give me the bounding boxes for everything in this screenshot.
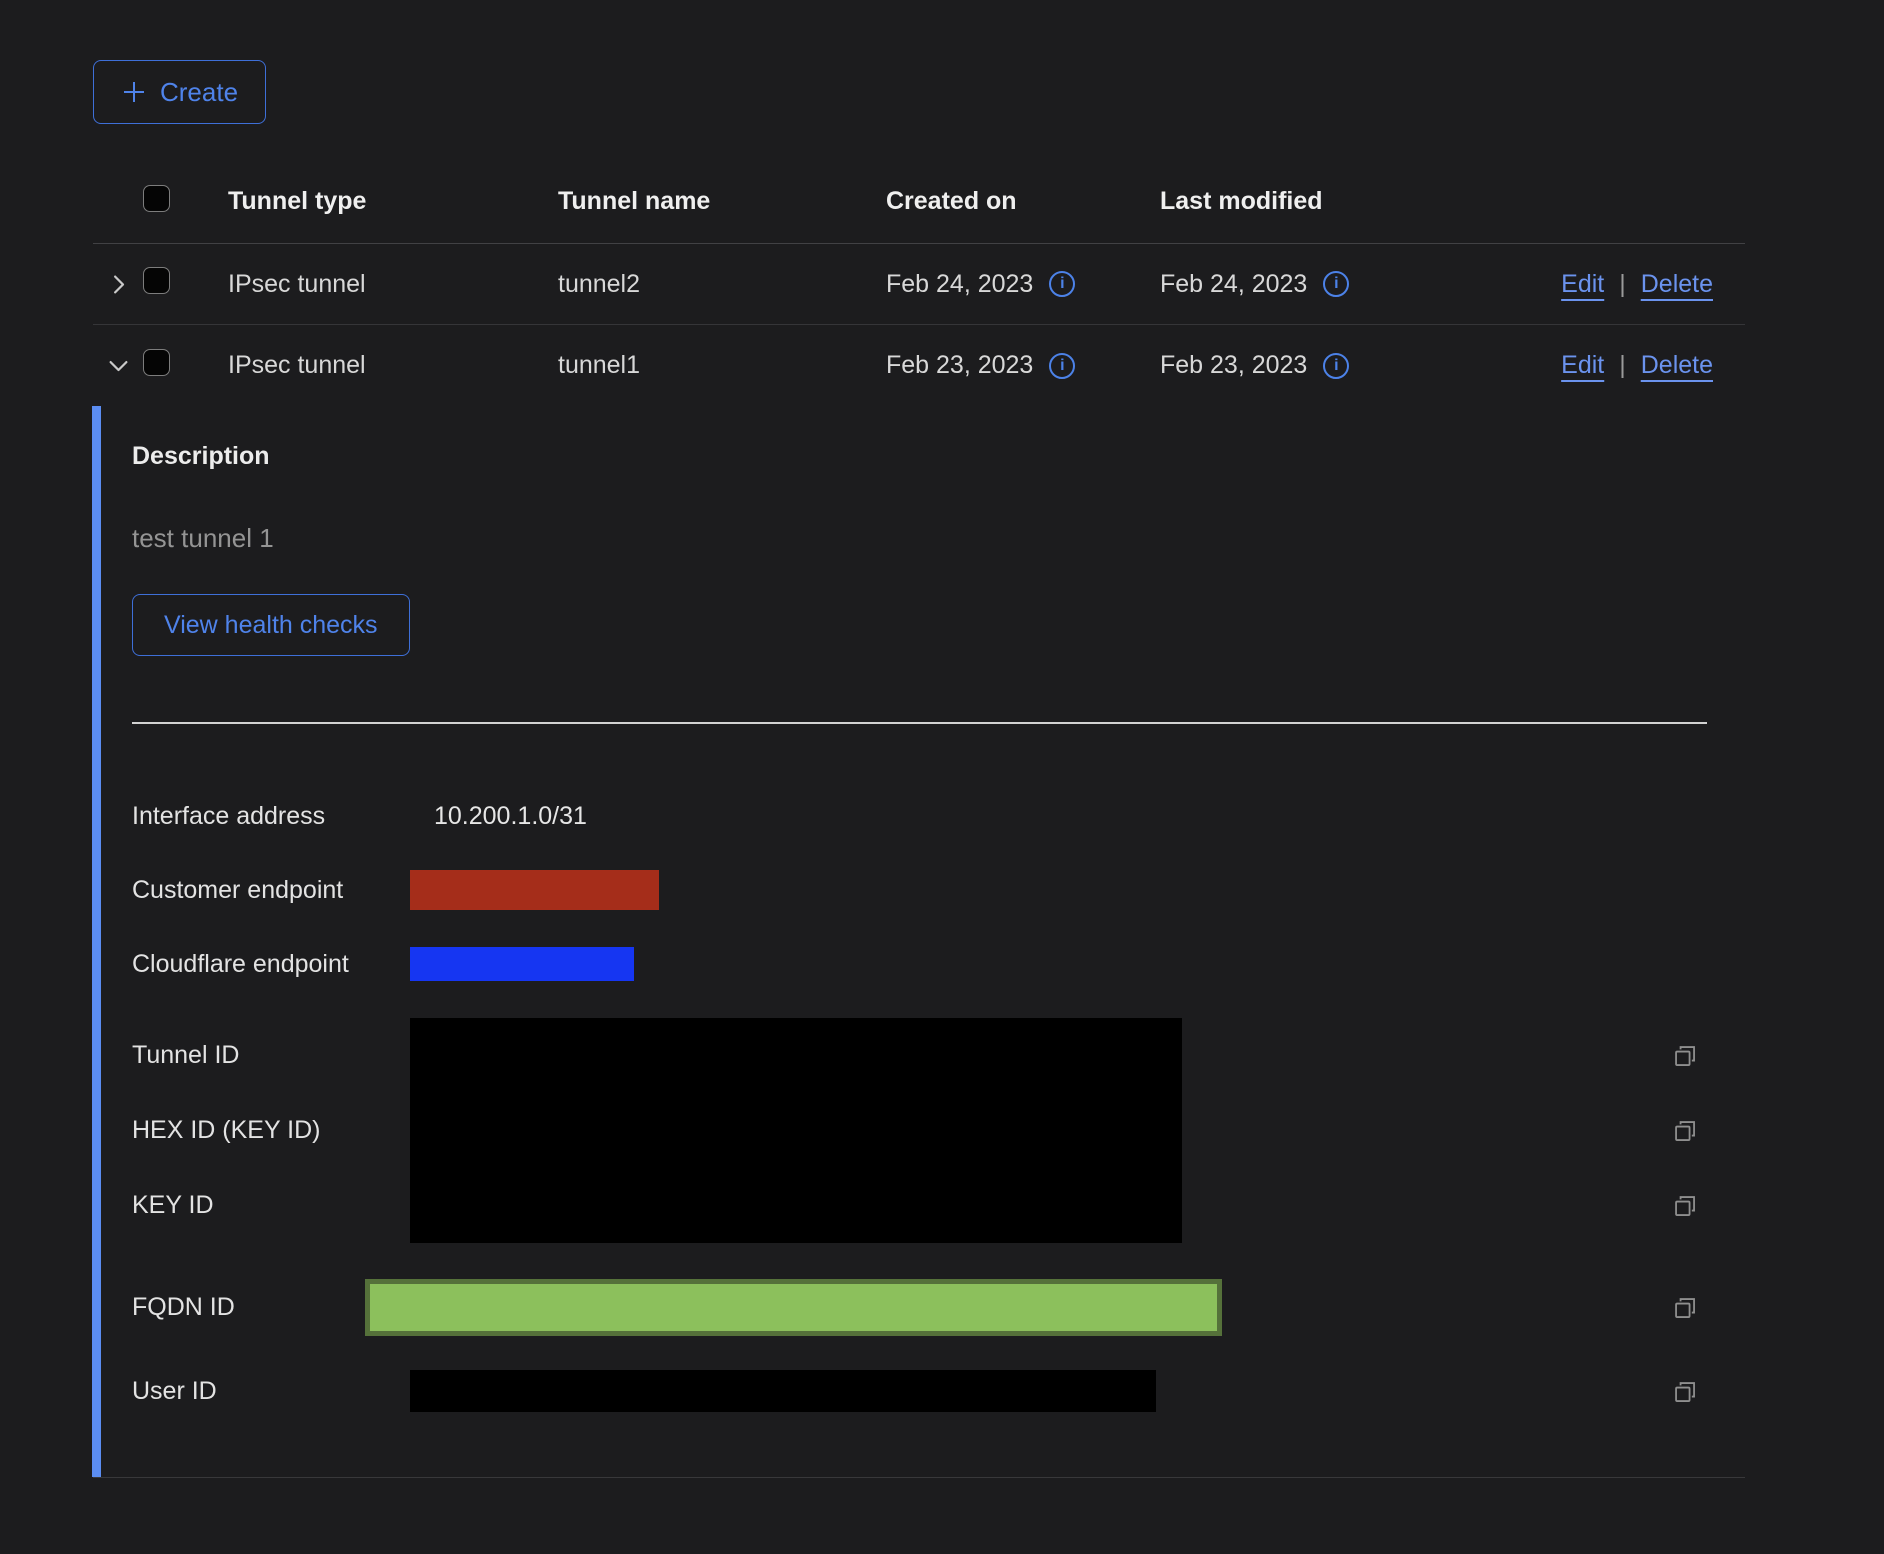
cell-created-on: Feb 24, 2023 xyxy=(886,270,1033,299)
hex-id-label: HEX ID (KEY ID) xyxy=(132,1116,410,1145)
customer-endpoint-label: Customer endpoint xyxy=(132,876,410,905)
column-header-last-modified: Last modified xyxy=(1160,187,1450,216)
copy-icon xyxy=(1671,1117,1698,1144)
redacted-customer-endpoint-value xyxy=(410,870,659,910)
chevron-down-icon xyxy=(105,352,132,379)
column-header-tunnel-name: Tunnel name xyxy=(558,187,886,216)
description-label: Description xyxy=(132,406,1745,471)
view-health-checks-label: View health checks xyxy=(164,611,378,640)
copy-hex-id-button[interactable] xyxy=(1671,1117,1698,1144)
detail-group-ids: Tunnel ID HEX ID (KEY ID) xyxy=(132,1018,1745,1243)
plus-icon xyxy=(121,79,147,105)
copy-icon xyxy=(1671,1192,1698,1219)
copy-tunnel-id-button[interactable] xyxy=(1671,1042,1698,1069)
copy-key-id-button[interactable] xyxy=(1671,1192,1698,1219)
cell-tunnel-type: IPsec tunnel xyxy=(228,351,558,380)
interface-address-value: 10.200.1.0/31 xyxy=(410,802,587,831)
cell-last-modified: Feb 23, 2023 xyxy=(1160,351,1307,380)
collapse-row-button[interactable] xyxy=(93,352,143,379)
expansion-indicator-bar xyxy=(92,406,101,1477)
row-checkbox[interactable] xyxy=(143,267,170,294)
info-circle-icon[interactable]: i xyxy=(1049,353,1075,379)
row-checkbox[interactable] xyxy=(143,349,170,376)
tunnel-detail-fields: Interface address 10.200.1.0/31 Customer… xyxy=(132,792,1745,1412)
copy-user-id-button[interactable] xyxy=(1671,1378,1698,1405)
delete-link[interactable]: Delete xyxy=(1641,270,1713,299)
info-circle-icon[interactable]: i xyxy=(1323,271,1349,297)
info-circle-icon[interactable]: i xyxy=(1049,271,1075,297)
edit-link[interactable]: Edit xyxy=(1561,351,1604,380)
cloudflare-endpoint-label: Cloudflare endpoint xyxy=(132,950,410,979)
cell-last-modified: Feb 24, 2023 xyxy=(1160,270,1307,299)
redacted-fqdn-id-value xyxy=(365,1279,1222,1336)
expand-row-button[interactable] xyxy=(93,271,143,298)
cell-tunnel-name: tunnel1 xyxy=(558,351,886,380)
detail-row-user-id: User ID xyxy=(132,1370,1745,1412)
detail-row-customer-endpoint: Customer endpoint xyxy=(132,866,1745,914)
edit-link[interactable]: Edit xyxy=(1561,270,1604,299)
tunnels-table: Tunnel type Tunnel name Created on Last … xyxy=(93,160,1745,1478)
user-id-label: User ID xyxy=(132,1377,410,1406)
section-divider xyxy=(132,722,1707,724)
cell-created-on: Feb 23, 2023 xyxy=(886,351,1033,380)
info-circle-icon[interactable]: i xyxy=(1323,353,1349,379)
cell-tunnel-type: IPsec tunnel xyxy=(228,270,558,299)
detail-row-interface-address: Interface address 10.200.1.0/31 xyxy=(132,792,1745,840)
create-button-label: Create xyxy=(160,77,238,108)
select-all-checkbox[interactable] xyxy=(143,185,170,212)
copy-icon xyxy=(1671,1042,1698,1069)
copy-icon xyxy=(1671,1294,1698,1321)
tunnel-id-label: Tunnel ID xyxy=(132,1041,410,1070)
key-id-label: KEY ID xyxy=(132,1191,410,1220)
redacted-user-id-value xyxy=(410,1370,1156,1412)
view-health-checks-button[interactable]: View health checks xyxy=(132,594,410,656)
delete-link[interactable]: Delete xyxy=(1641,351,1713,380)
tunnels-page: Create Tunnel type Tunnel name Created o… xyxy=(0,0,1884,1554)
copy-icon xyxy=(1671,1378,1698,1405)
chevron-right-icon xyxy=(105,271,132,298)
detail-row-cloudflare-endpoint: Cloudflare endpoint xyxy=(132,940,1745,988)
create-button[interactable]: Create xyxy=(93,60,266,124)
column-header-tunnel-type: Tunnel type xyxy=(228,187,558,216)
interface-address-label: Interface address xyxy=(132,802,410,831)
link-separator: | xyxy=(1619,270,1626,299)
table-header: Tunnel type Tunnel name Created on Last … xyxy=(93,160,1745,244)
column-header-created-on: Created on xyxy=(886,187,1160,216)
link-separator: | xyxy=(1619,351,1626,380)
redacted-id-values xyxy=(410,1018,1182,1243)
table-row: IPsec tunnel tunnel1 Feb 23, 2023 i Feb … xyxy=(93,325,1745,406)
cell-tunnel-name: tunnel2 xyxy=(558,270,886,299)
description-value: test tunnel 1 xyxy=(132,523,1745,554)
detail-row-fqdn-id: FQDN ID xyxy=(132,1279,1745,1336)
expanded-tunnel-details: Description test tunnel 1 View health ch… xyxy=(93,406,1745,1478)
copy-fqdn-id-button[interactable] xyxy=(1671,1294,1698,1321)
redacted-cloudflare-endpoint-value xyxy=(410,947,634,981)
table-row: IPsec tunnel tunnel2 Feb 24, 2023 i Feb … xyxy=(93,244,1745,325)
